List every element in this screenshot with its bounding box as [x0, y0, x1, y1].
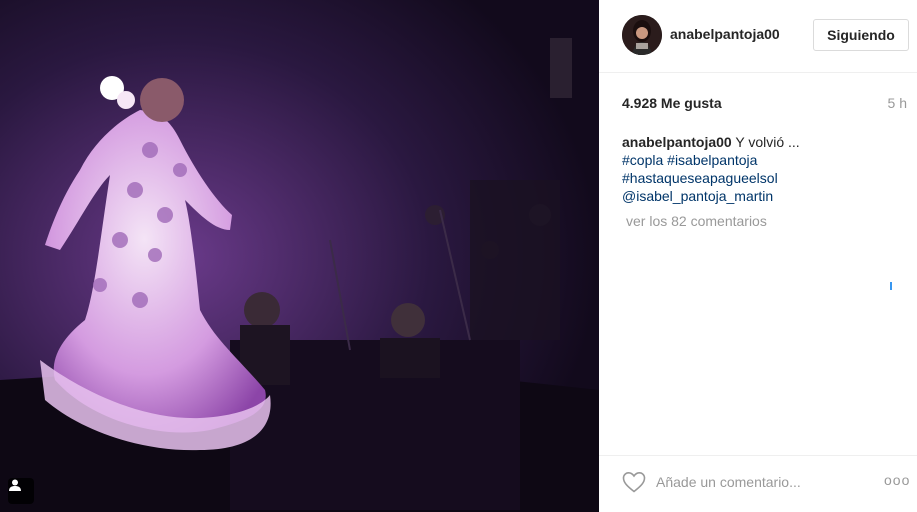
- more-options-icon[interactable]: ooo: [884, 472, 910, 488]
- hashtag-link[interactable]: #hastaqueseapagueelsol: [622, 170, 778, 186]
- view-all-comments-link[interactable]: ver los 82 comentarios: [626, 213, 767, 229]
- caption-text: Y volvió ...: [735, 134, 800, 150]
- post-details-panel: anabelpantoja00 Siguiendo 4.928 Me gusta…: [599, 0, 917, 512]
- post-photo[interactable]: [0, 0, 599, 512]
- comment-bar: ooo: [599, 455, 917, 512]
- photo-illustration: [0, 0, 599, 512]
- caption-tag-line: #hastaqueseapagueelsol: [622, 169, 907, 187]
- post-caption: anabelpantoja00 Y volvió ... #copla #isa…: [622, 133, 907, 205]
- heart-icon[interactable]: [622, 471, 646, 493]
- avatar[interactable]: [622, 15, 662, 55]
- likes-count[interactable]: 4.928 Me gusta: [622, 95, 722, 111]
- caption-username[interactable]: anabelpantoja00: [622, 134, 732, 150]
- post-header: anabelpantoja00 Siguiendo: [599, 0, 917, 73]
- mention-link[interactable]: @isabel_pantoja_martin: [622, 188, 773, 204]
- post-author-username[interactable]: anabelpantoja00: [670, 26, 780, 42]
- user-tag-icon[interactable]: [8, 478, 34, 504]
- hashtag-link[interactable]: #isabelpantoja: [667, 152, 757, 168]
- caption-tag-line: @isabel_pantoja_martin: [622, 187, 907, 205]
- comment-input[interactable]: [656, 470, 874, 494]
- caption-tag-line: #copla #isabelpantoja: [622, 151, 907, 169]
- post-timestamp[interactable]: 5 h: [888, 95, 907, 111]
- caption-first-line: anabelpantoja00 Y volvió ...: [622, 133, 907, 151]
- following-button[interactable]: Siguiendo: [813, 19, 909, 51]
- hashtag-link[interactable]: #copla: [622, 152, 663, 168]
- scroll-indicator: [890, 282, 892, 290]
